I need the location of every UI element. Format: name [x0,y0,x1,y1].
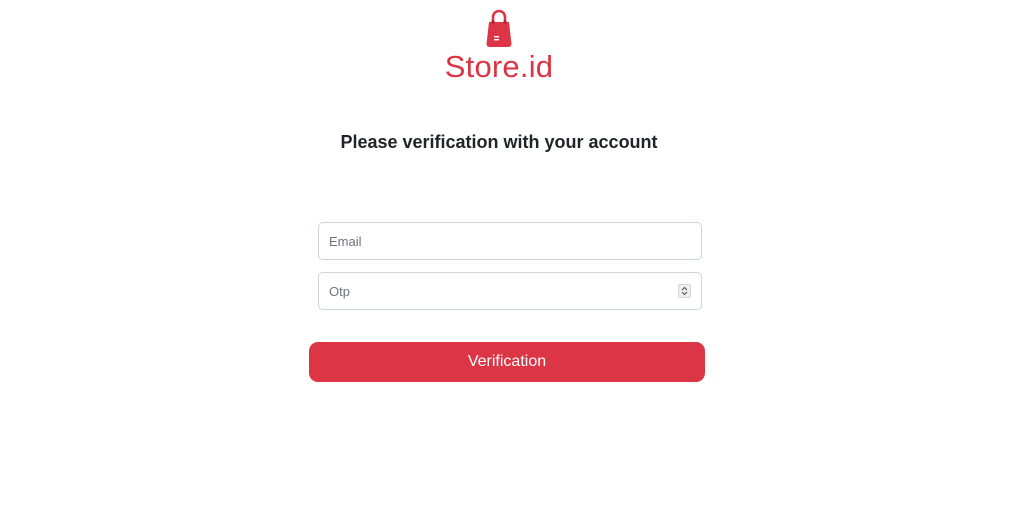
email-field-wrapper [318,222,702,260]
otp-input[interactable] [319,273,701,309]
verification-button[interactable]: Verification [309,342,705,382]
email-input[interactable] [319,223,701,259]
number-spinner-icon[interactable] [678,284,691,298]
verification-page: Store.id Please verification with your a… [0,0,1012,528]
page-heading: Please verification with your account [340,132,658,152]
brand-name: Store.id [444,49,554,84]
otp-field-wrapper [318,272,702,310]
shopping-bag-icon [484,6,514,48]
